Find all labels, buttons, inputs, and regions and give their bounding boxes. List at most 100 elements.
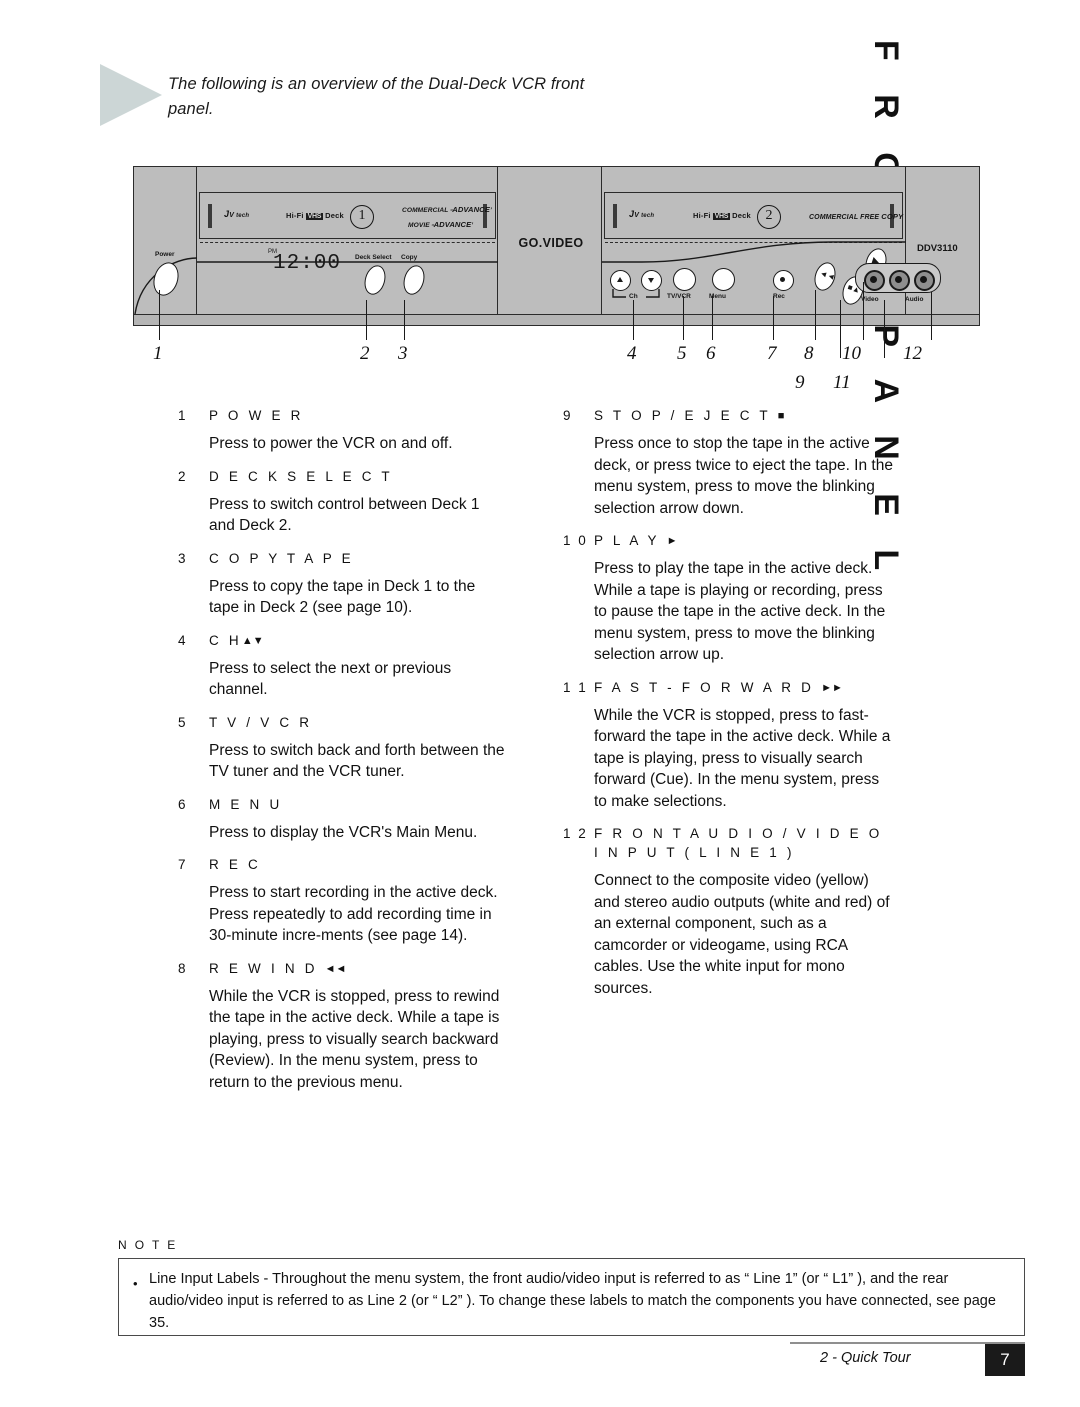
legend-label-power: P O W E R — [209, 408, 304, 423]
note-text: Line Input Labels - Throughout the menu … — [149, 1271, 996, 1331]
legend-body-tv-vcr: Press to switch back and forth between t… — [209, 741, 505, 781]
video-jack[interactable] — [864, 270, 885, 291]
legend-num-12: 1 2 — [563, 826, 588, 841]
intro-text: The following is an overview of the Dual… — [168, 75, 585, 118]
tv-vcr-button[interactable] — [673, 268, 696, 291]
callout-number-6: 6 — [706, 343, 716, 364]
deck2-cfc-text: COMMERCIAL FREE — [809, 214, 880, 221]
legend-item-play: 1 0 P L A Y ► Press to play the tape in t… — [563, 533, 893, 666]
deck2-number-badge: 2 — [757, 205, 781, 229]
legend-label-deck-select: D E C K S E L E C T — [209, 468, 393, 484]
legend-body-copy-tape: Press to copy the tape in Deck 1 to the … — [209, 577, 476, 617]
leader-6 — [712, 296, 714, 340]
legend-num-11: 1 1 — [563, 679, 588, 695]
callout-number-8: 8 — [804, 343, 814, 364]
deck-select-button-label: Deck Select — [355, 254, 392, 261]
deck2-deck-word: Deck — [732, 211, 751, 220]
legend-item-front-av-input: 1 2 F R O N T A U D I O / V I D E O I N P… — [563, 826, 893, 999]
deck1-commercial-advance: COMMERCIAL ··ADVANCE’ — [402, 205, 492, 214]
deck1-hifi-label: Hi-Fi VHS Deck — [286, 211, 344, 220]
deck1-door-grip-left — [208, 204, 212, 228]
callout-number-2: 2 — [360, 343, 370, 364]
audio-jack-label: Audio — [905, 296, 924, 303]
deck2-brand-mark: JV tech — [629, 209, 655, 219]
callout-number-7: 7 — [767, 343, 777, 364]
rec-button[interactable] — [773, 270, 794, 291]
legend-num-5: 5 — [178, 714, 188, 730]
menu-button[interactable] — [712, 268, 735, 291]
leader-11 — [884, 300, 886, 358]
leader-1 — [159, 290, 161, 340]
audio-right-jack[interactable] — [914, 270, 935, 291]
legend-num-10: 1 0 — [563, 533, 588, 548]
callout-number-10: 10 — [842, 343, 861, 364]
footer-chapter: 2 - Quick Tour — [820, 1350, 911, 1366]
legend-item-rec: 7 R E C Press to start recording in the a… — [178, 857, 508, 947]
channel-updown-icon: ▲▼ — [241, 634, 264, 647]
vcr-base — [133, 314, 980, 326]
callout-number-12: 12 — [903, 343, 922, 364]
deck2-cassette-door: JV tech Hi-Fi VHS Deck 2 COMMERCIAL FREE C… — [604, 192, 904, 243]
legend-item-deck-select: 2 D E C K S E L E C T Press to switch con… — [178, 469, 508, 537]
deck1-brand-mark: JV tech — [224, 209, 250, 219]
audio-left-jack[interactable] — [889, 270, 910, 291]
deck2-hifi-text: Hi-Fi — [693, 211, 711, 220]
power-button-label: Power — [155, 251, 175, 258]
leader-12 — [931, 292, 933, 340]
deck1-cassette-door: JV tech Hi-Fi VHS Deck 1 COMMERCIAL ··ADVA… — [199, 192, 496, 243]
panel-contour — [602, 241, 906, 263]
legend-body-rec: Press to start recording in the active d… — [209, 884, 498, 944]
note-heading: N O T E — [118, 1238, 178, 1252]
legend-item-channel: 4 C H▲▼ Press to select the next or previ… — [178, 633, 508, 701]
panel-contour-left — [197, 261, 498, 263]
channel-label: Ch — [629, 293, 638, 300]
footer-page-number: 7 — [985, 1344, 1025, 1376]
arrow-icon — [100, 64, 162, 126]
deck1-ma-text: MOVIE — [408, 222, 430, 229]
legend-num-4: 4 — [178, 632, 188, 648]
leader-8 — [815, 290, 817, 340]
legend-body-stop-eject: Press once to stop the tape in the activ… — [594, 435, 893, 517]
leader-4 — [633, 300, 635, 340]
legend-item-tv-vcr: 5 T V / V C R Press to switch back and fo… — [178, 715, 508, 783]
deck1-door-seam — [200, 242, 495, 243]
leader-2 — [366, 300, 368, 340]
callout-number-3: 3 — [398, 343, 408, 364]
legend-item-copy-tape: 3 C O P Y T A P E Press to copy the tape … — [178, 551, 508, 619]
record-dot-icon — [780, 277, 785, 282]
deck1-ca-text: COMMERCIAL — [402, 207, 449, 214]
legend-column-right: 9 S T O P / E J E C T ■ Press once to sto… — [563, 408, 893, 1013]
legend-item-rewind: 8 R E W I N D ◄◄ While the VCR is stopped… — [178, 961, 508, 1094]
legend-label-front-av-input: F R O N T A U D I O / V I D E O — [594, 826, 883, 841]
deck1-vhs-badge: VHS — [305, 213, 324, 220]
legend-body-play: Press to play the tape in the active dec… — [594, 560, 886, 663]
legend-body-power: Press to power the VCR on and off. — [209, 435, 453, 452]
page: The following is an overview of the Dual… — [0, 0, 1080, 1407]
rewind-glyph-icon: ◄◄ — [324, 962, 347, 975]
triangle-up-icon — [617, 277, 623, 282]
legend-num-6: 6 — [178, 796, 188, 812]
fast-forward-glyph-icon: ►► — [821, 681, 843, 694]
leader-10 — [863, 282, 865, 340]
deck1-ca-bold: ADVANCE — [452, 205, 490, 214]
copy-button-label: Copy — [401, 254, 418, 261]
note-box: • Line Input Labels - Throughout the men… — [118, 1258, 1025, 1336]
legend-label-menu: M E N U — [209, 796, 283, 812]
deck1-movie-advance: MOVIE ··ADVANCE’ — [408, 220, 474, 229]
callout-number-9: 9 — [795, 372, 805, 393]
legend-label-tv-vcr: T V / V C R — [209, 714, 313, 730]
deck2-door-grip-left — [613, 204, 617, 228]
legend-body-deck-select: Press to switch control between Deck 1 a… — [209, 495, 480, 535]
legend-item-stop-eject: 9 S T O P / E J E C T ■ Press once to sto… — [563, 408, 893, 519]
vcr-front-panel-diagram: JV tech Hi-Fi VHS Deck 1 COMMERCIAL ··ADVA… — [133, 166, 980, 326]
front-av-input-jacks[interactable] — [855, 263, 941, 293]
leader-3 — [404, 300, 406, 340]
clock-display: 12:00 — [273, 252, 342, 275]
deck1-deck-word: Deck — [325, 211, 344, 220]
legend-num-2: 2 — [178, 468, 188, 484]
legend-num-7: 7 — [178, 857, 188, 872]
triangle-down-icon — [648, 278, 654, 283]
legend-num-3: 3 — [178, 550, 188, 566]
deck1-number-badge: 1 — [350, 205, 374, 229]
deck2-cfc-bold: COPY — [881, 212, 904, 221]
